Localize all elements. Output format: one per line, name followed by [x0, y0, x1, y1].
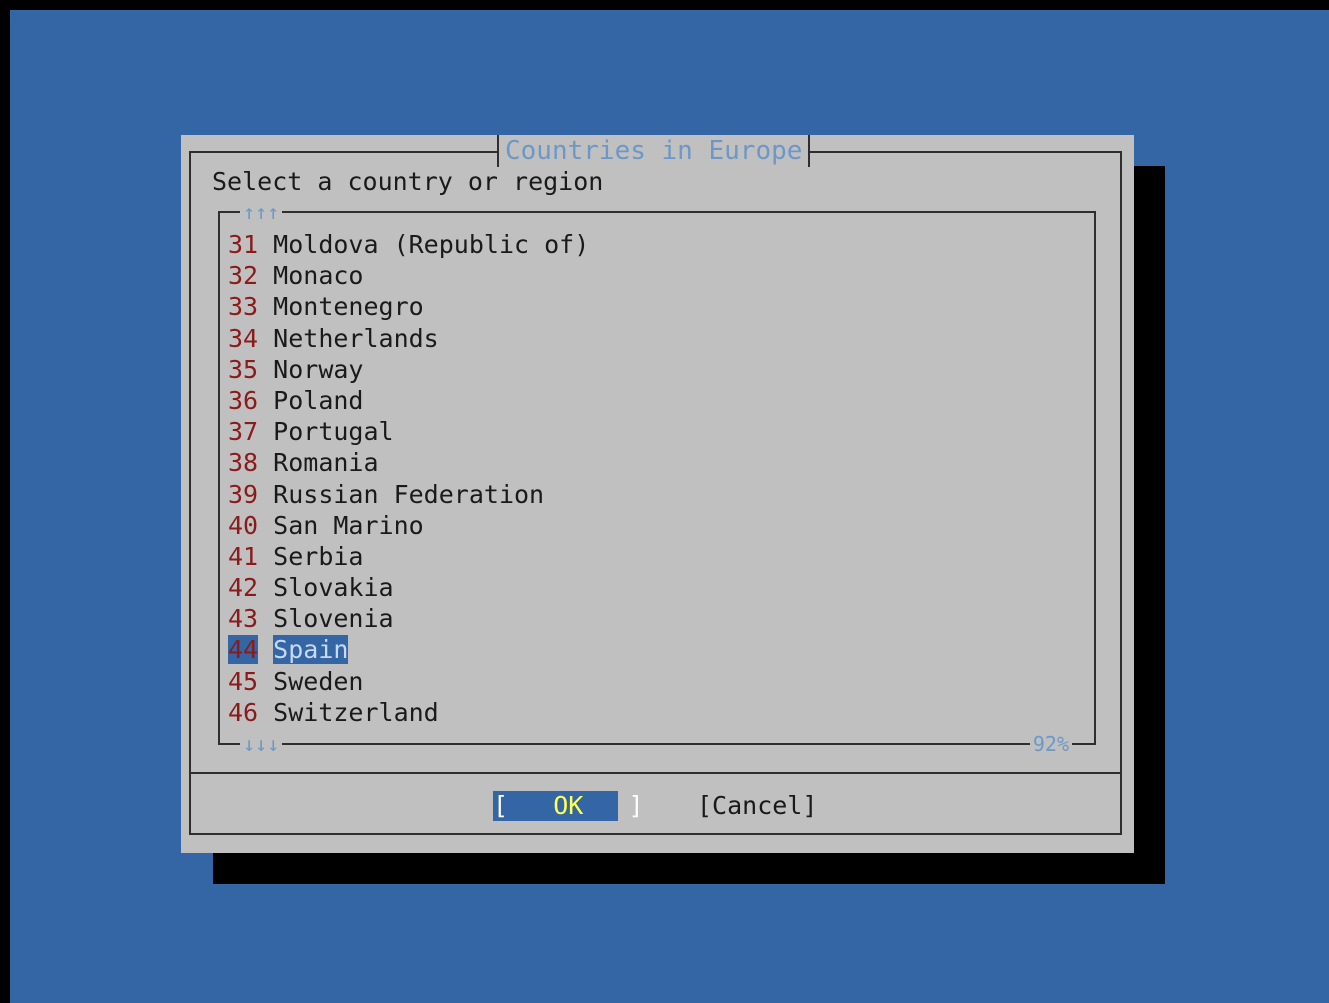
list-item-number: 34 [228, 323, 259, 353]
ok-bracket-left: [ [493, 791, 509, 820]
list-item-number: 41 [228, 541, 259, 571]
ok-button[interactable]: [ OK ] [493, 791, 644, 821]
list-item[interactable]: 39 Russian Federation [228, 479, 589, 510]
list-item-name: Monaco [273, 261, 364, 291]
list-item[interactable]: 42 Slovakia [228, 572, 589, 603]
list-item[interactable]: 35 Norway [228, 354, 589, 385]
list-item-name: Netherlands [273, 323, 439, 353]
list-item-number: 45 [228, 666, 259, 696]
list-item-number: 31 [228, 230, 259, 259]
list-item[interactable]: 40 San Marino [228, 510, 589, 541]
list-item-number: 37 [228, 417, 259, 447]
list-item-name: Russian Federation [273, 479, 545, 509]
list-item-number: 43 [228, 604, 259, 634]
ok-button-label: OK [553, 791, 584, 820]
list-item-number: 32 [228, 261, 259, 291]
list-item-number: 36 [228, 385, 259, 415]
list-item-name: Slovakia [273, 573, 394, 603]
list-item[interactable]: 44 Spain [228, 634, 589, 665]
list-item-name: Romania [273, 448, 379, 478]
button-separator [189, 772, 1122, 774]
list-item-name: Switzerland [273, 697, 439, 727]
list-item-name: Poland [273, 385, 364, 415]
list-item-number: 40 [228, 510, 259, 540]
list-item-name: Serbia [273, 541, 364, 571]
list-item-name: Spain [273, 635, 349, 665]
country-listbox[interactable]: ↑↑↑ 31 Moldova (Republic of) 32 Monaco 33 … [218, 201, 1096, 755]
list-item-name: Norway [273, 354, 364, 384]
country-list: 31 Moldova (Republic of) 32 Monaco 33 Mont… [228, 229, 589, 728]
list-item-number: 39 [228, 479, 259, 509]
list-item-name: Portugal [273, 417, 394, 447]
list-item[interactable]: 32 Monaco [228, 260, 589, 291]
cancel-button[interactable]: [Cancel] [697, 791, 817, 821]
list-item-number: 46 [228, 697, 259, 727]
list-item[interactable]: 33 Montenegro [228, 291, 589, 322]
list-item-name: Sweden [273, 666, 364, 696]
list-item-name: Slovenia [273, 604, 394, 634]
list-item-number: 44 [228, 635, 259, 665]
list-item[interactable]: 31 Moldova (Republic of) [228, 229, 589, 260]
list-item-number: 35 [228, 354, 259, 384]
list-item[interactable]: 38 Romania [228, 447, 589, 478]
list-item[interactable]: 45 Sweden [228, 666, 589, 697]
scroll-percent: 92% [1029, 733, 1072, 755]
scroll-up-indicator: ↑↑↑ [240, 201, 283, 223]
list-item-number: 33 [228, 292, 259, 322]
dialog-prompt: Select a country or region [212, 167, 604, 196]
scroll-down-indicator: ↓↓↓ [240, 733, 283, 755]
dialog-window: Countries in Europe Select a country or … [181, 135, 1134, 853]
list-item[interactable]: 37 Portugal [228, 416, 589, 447]
list-item[interactable]: 41 Serbia [228, 541, 589, 572]
dialog-title: Countries in Europe [497, 135, 811, 167]
list-item-name: Montenegro [273, 292, 424, 322]
list-item[interactable]: 46 Switzerland [228, 697, 589, 728]
list-item-name: San Marino [273, 510, 424, 540]
list-item-number: 38 [228, 448, 259, 478]
list-item[interactable]: 36 Poland [228, 385, 589, 416]
list-item[interactable]: 43 Slovenia [228, 603, 589, 634]
list-item-number: 42 [228, 573, 259, 603]
ok-bracket-right: ] [628, 791, 644, 820]
list-item-name: Moldova (Republic of) [273, 230, 590, 259]
list-item[interactable]: 34 Netherlands [228, 323, 589, 354]
